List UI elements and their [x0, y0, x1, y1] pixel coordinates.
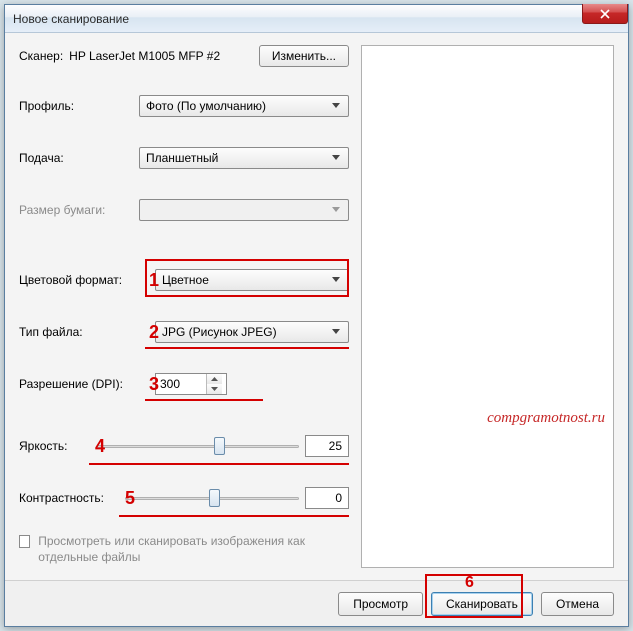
filetype-label: Тип файла: — [19, 325, 127, 339]
profile-row: Профиль: Фото (По умолчанию) — [19, 93, 349, 119]
brightness-row: Яркость: 25 4 — [19, 433, 349, 459]
cancel-button[interactable]: Отмена — [541, 592, 614, 616]
color-value: Цветное — [162, 273, 328, 287]
contrast-row: Контрастность: 0 5 — [19, 485, 349, 511]
dpi-row: Разрешение (DPI): 3 — [19, 371, 349, 397]
scan-button[interactable]: Сканировать — [431, 592, 533, 616]
preview-area[interactable]: compgramotnost.ru — [361, 45, 614, 568]
profile-label: Профиль: — [19, 99, 139, 113]
window-title: Новое сканирование — [13, 12, 129, 26]
dialog-footer: Просмотр Сканировать 6 Отмена — [5, 580, 628, 626]
slider-thumb[interactable] — [209, 489, 220, 507]
feed-row: Подача: Планшетный — [19, 145, 349, 171]
brightness-value-box[interactable]: 25 — [305, 435, 349, 457]
preview-panel: compgramotnost.ru — [361, 45, 614, 568]
scanner-row: Сканер: HP LaserJet M1005 MFP #2 Изменит… — [19, 45, 349, 67]
dpi-spin-down[interactable] — [207, 384, 222, 394]
profile-value: Фото (По умолчанию) — [146, 99, 328, 113]
paper-row: Размер бумаги: — [19, 197, 349, 223]
chevron-down-icon — [328, 207, 344, 213]
filetype-row: Тип файла: JPG (Рисунок JPEG) 2 — [19, 319, 349, 345]
slider-thumb[interactable] — [214, 437, 225, 455]
profile-combo[interactable]: Фото (По умолчанию) — [139, 95, 349, 117]
dpi-input[interactable] — [156, 377, 206, 391]
annotation-line-4 — [89, 463, 349, 465]
dpi-spin-up[interactable] — [207, 374, 222, 384]
change-scanner-button[interactable]: Изменить... — [259, 45, 349, 67]
color-row: Цветовой формат: Цветное 1 — [19, 267, 349, 293]
color-label: Цветовой формат: — [19, 273, 127, 287]
color-combo[interactable]: Цветное — [155, 269, 349, 291]
preview-button[interactable]: Просмотр — [338, 592, 423, 616]
chevron-down-icon — [328, 155, 344, 161]
filetype-combo[interactable]: JPG (Рисунок JPEG) — [155, 321, 349, 343]
chevron-down-icon — [328, 277, 344, 283]
brightness-label: Яркость: — [19, 439, 91, 453]
scan-dialog: Новое сканирование Сканер: HP LaserJet M… — [4, 4, 629, 627]
dpi-spinner — [206, 374, 222, 394]
chevron-down-icon — [328, 103, 344, 109]
scanner-label: Сканер: — [19, 49, 63, 63]
feed-label: Подача: — [19, 151, 139, 165]
dialog-body: Сканер: HP LaserJet M1005 MFP #2 Изменит… — [5, 33, 628, 580]
contrast-value-box[interactable]: 0 — [305, 487, 349, 509]
close-icon — [600, 9, 610, 19]
filetype-value: JPG (Рисунок JPEG) — [162, 325, 328, 339]
annotation-line-5 — [119, 515, 349, 517]
dpi-input-wrap — [155, 373, 227, 395]
close-button[interactable] — [582, 4, 628, 24]
settings-panel: Сканер: HP LaserJet M1005 MFP #2 Изменит… — [19, 45, 349, 568]
annotation-line-2 — [145, 347, 349, 349]
scanner-name: HP LaserJet M1005 MFP #2 — [69, 49, 220, 63]
separate-files-label: Просмотреть или сканировать изображения … — [38, 533, 349, 565]
separate-files-row: Просмотреть или сканировать изображения … — [19, 533, 349, 565]
dpi-label: Разрешение (DPI): — [19, 377, 137, 391]
paper-combo — [139, 199, 349, 221]
chevron-down-icon — [328, 329, 344, 335]
brightness-slider[interactable] — [97, 435, 299, 457]
annotation-line-3 — [145, 399, 263, 401]
contrast-slider[interactable] — [125, 487, 299, 509]
titlebar: Новое сканирование — [5, 5, 628, 33]
contrast-label: Контрастность: — [19, 491, 119, 505]
separate-files-checkbox[interactable] — [19, 535, 30, 548]
feed-combo[interactable]: Планшетный — [139, 147, 349, 169]
slider-track — [97, 445, 299, 448]
watermark-text: compgramotnost.ru — [487, 410, 605, 427]
feed-value: Планшетный — [146, 151, 328, 165]
paper-label: Размер бумаги: — [19, 203, 139, 217]
